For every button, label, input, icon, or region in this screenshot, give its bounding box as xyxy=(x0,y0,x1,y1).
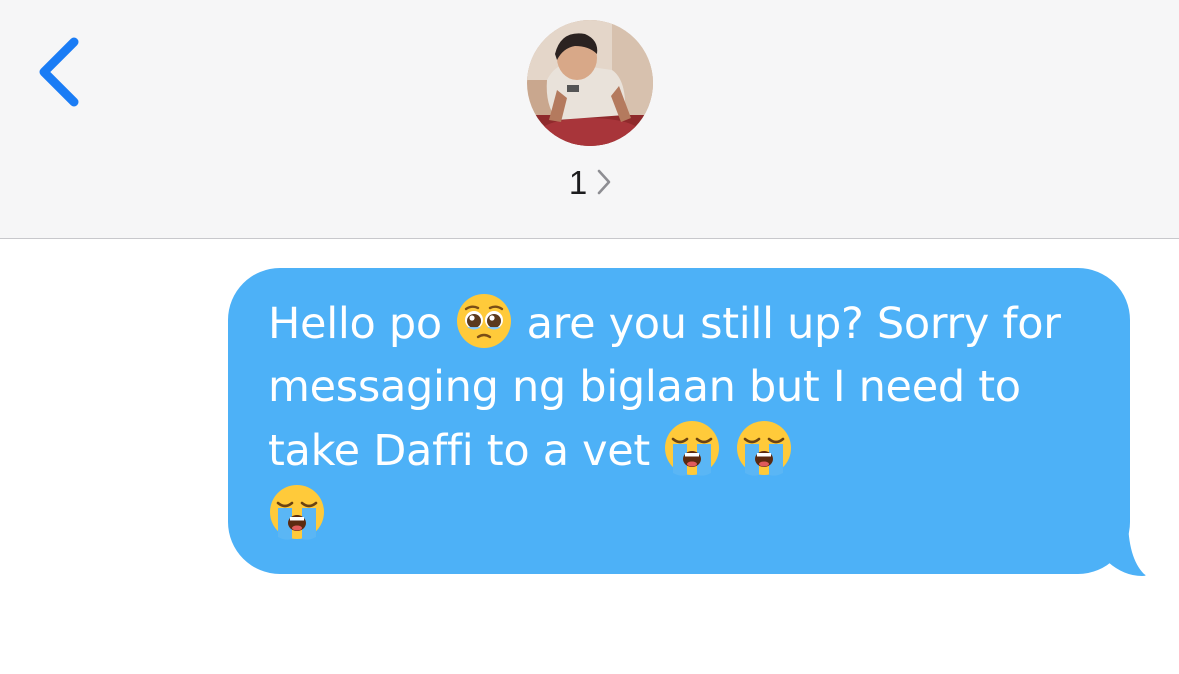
message-text: Hello po are you still up? Sorry for mes… xyxy=(268,292,1090,547)
chevron-left-icon xyxy=(39,37,79,107)
contact-details-link[interactable]: 1 xyxy=(540,160,640,204)
loudly-crying-face-emoji xyxy=(268,483,326,541)
back-button[interactable] xyxy=(30,34,90,110)
contact-name: 1 xyxy=(568,163,588,201)
message-segment-1: Hello po xyxy=(268,299,442,349)
conversation-header: 1 xyxy=(0,0,1179,239)
loudly-crying-face-emoji xyxy=(735,419,793,477)
chevron-right-icon xyxy=(597,169,611,195)
message-bubble: Hello po are you still up? Sorry for mes… xyxy=(228,268,1130,574)
sent-message[interactable]: Hello po are you still up? Sorry for mes… xyxy=(228,268,1148,578)
loudly-crying-face-emoji xyxy=(663,419,721,477)
pleading-face-emoji xyxy=(455,292,513,350)
contact-avatar[interactable] xyxy=(527,20,653,146)
